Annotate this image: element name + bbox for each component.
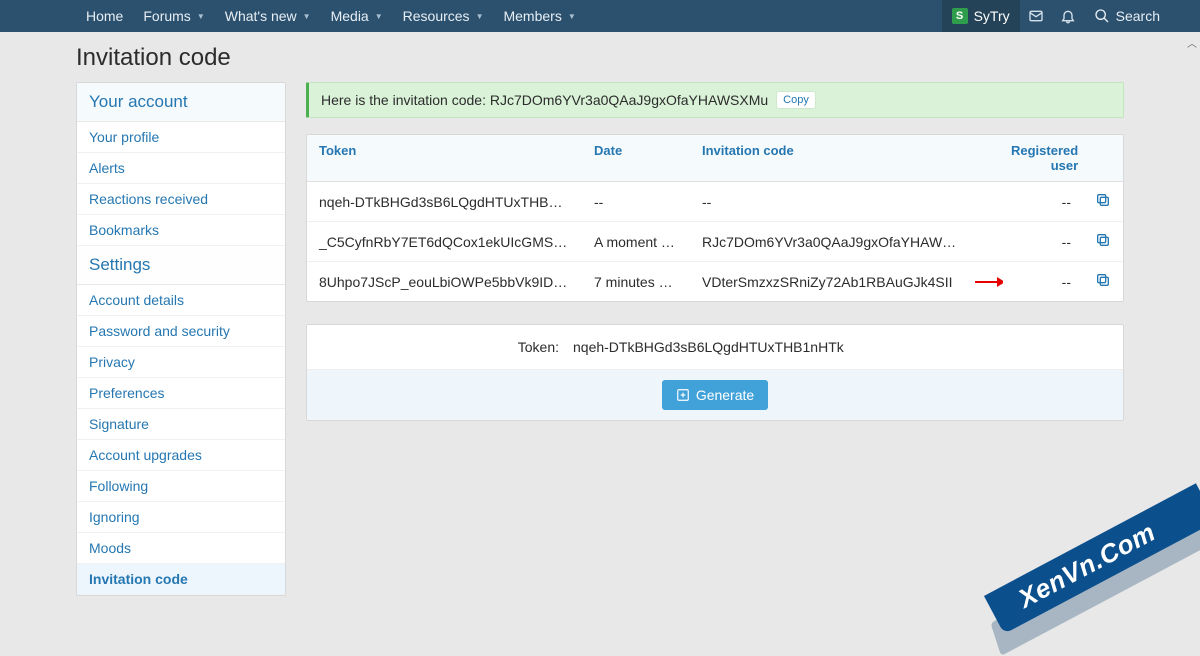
table-row: _C5CyfnRbY7ET6dQCox1ekUIcGMSWPsy A momen… [307,222,1123,262]
nav-resources[interactable]: Resources ▼ [393,0,494,32]
sidebar-item-invitation-code[interactable]: Invitation code [77,564,285,595]
copy-icon[interactable] [1095,192,1111,208]
avatar: S [952,8,968,24]
flash-message: Here is the invitation code: RJc7DOm6YVr… [306,82,1124,118]
th-date[interactable]: Date [582,135,690,181]
sidebar-heading-account: Your account [77,83,285,122]
cell-action [1083,182,1123,221]
copy-icon[interactable] [1095,232,1111,248]
search-button[interactable]: Search [1084,0,1170,32]
user-name: SyTry [974,8,1010,24]
cell-user: -- [1003,264,1083,300]
sidebar-item-ignoring[interactable]: Ignoring [77,502,285,533]
codes-table: Token Date Invitation code Registered us… [306,134,1124,302]
cell-action [1083,222,1123,261]
th-code[interactable]: Invitation code [690,135,975,181]
sidebar-item-following[interactable]: Following [77,471,285,502]
inbox-icon[interactable] [1020,0,1052,32]
sidebar-item-bookmarks[interactable]: Bookmarks [77,215,285,246]
nav-label: Resources [403,8,470,24]
sidebar: Your account Your profile Alerts Reactio… [76,82,286,596]
cell-token: 8Uhpo7JScP_eouLbiOWPe5bbVk9IDyN5 [307,264,582,300]
page-title: Invitation code [76,44,1124,72]
nav-label: Home [86,8,123,24]
sidebar-item-upgrades[interactable]: Account upgrades [77,440,285,471]
generate-label: Generate [696,387,754,403]
th-token[interactable]: Token [307,135,582,181]
cell-token: nqeh-DTkBHGd3sB6LQgdHTUxTHB1nHTk [307,184,582,220]
flash-text: Here is the invitation code: RJc7DOm6YVr… [321,92,768,108]
table-row: nqeh-DTkBHGd3sB6LQgdHTUxTHB1nHTk -- -- -… [307,182,1123,222]
cell-date: 7 minutes ago [582,264,690,300]
cell-date: -- [582,184,690,220]
nav-label: Forums [143,8,190,24]
search-icon [1094,8,1110,24]
table-header-row: Token Date Invitation code Registered us… [307,135,1123,182]
nav-members[interactable]: Members ▼ [493,0,585,32]
sidebar-item-moods[interactable]: Moods [77,533,285,564]
nav-label: Media [331,8,369,24]
cell-code: VDterSmzxzSRniZy72Ab1RBAuGJk4SII [690,264,975,300]
cell-action [1083,262,1123,301]
sidebar-item-privacy[interactable]: Privacy [77,347,285,378]
scroll-up-indicator: ︿ [1186,36,1198,48]
nav-home[interactable]: Home [76,0,133,32]
cell-user: -- [1003,224,1083,260]
token-value: nqeh-DTkBHGd3sB6LQgdHTUxTHB1nHTk [573,339,1109,355]
sidebar-item-reactions[interactable]: Reactions received [77,184,285,215]
sidebar-item-password[interactable]: Password and security [77,316,285,347]
cell-date: A moment ago [582,224,690,260]
nav-left: Home Forums ▼ What's new ▼ Media ▼ Resource… [76,0,942,32]
main-content: Here is the invitation code: RJc7DOm6YVr… [306,82,1124,421]
token-form: Token: nqeh-DTkBHGd3sB6LQgdHTUxTHB1nHTk … [306,324,1124,421]
plus-icon [676,388,690,402]
sidebar-item-account-details[interactable]: Account details [77,285,285,316]
copy-icon[interactable] [1095,272,1111,288]
user-menu[interactable]: S SyTry [942,0,1020,32]
sidebar-item-alerts[interactable]: Alerts [77,153,285,184]
chevron-down-icon: ▼ [303,12,311,21]
cell-user: -- [1003,184,1083,220]
form-actions: Generate [307,370,1123,420]
cell-token: _C5CyfnRbY7ET6dQCox1ekUIcGMSWPsy [307,224,582,260]
chevron-down-icon: ▼ [375,12,383,21]
table-row: 8Uhpo7JScP_eouLbiOWPe5bbVk9IDyN5 7 minut… [307,262,1123,301]
nav-whats-new[interactable]: What's new ▼ [215,0,321,32]
cell-code: RJc7DOm6YVr3a0QAaJ9gxOfaYHAWSXMu [690,224,975,260]
nav-label: What's new [225,8,297,24]
generate-button[interactable]: Generate [662,380,768,410]
sidebar-item-signature[interactable]: Signature [77,409,285,440]
sidebar-item-preferences[interactable]: Preferences [77,378,285,409]
th-user[interactable]: Registered user [999,135,1090,181]
token-label: Token: [321,339,573,355]
flash-copy-button[interactable]: Copy [776,91,816,109]
search-label: Search [1116,8,1160,24]
form-row-token: Token: nqeh-DTkBHGd3sB6LQgdHTUxTHB1nHTk [307,325,1123,370]
sidebar-item-profile[interactable]: Your profile [77,122,285,153]
chevron-down-icon: ▼ [568,12,576,21]
sidebar-heading-settings: Settings [77,246,285,285]
nav-label: Members [503,8,561,24]
annotation-arrow [975,272,1003,292]
chevron-down-icon: ▼ [197,12,205,21]
chevron-down-icon: ▼ [476,12,484,21]
top-nav: Home Forums ▼ What's new ▼ Media ▼ Resource… [0,0,1200,32]
bell-icon[interactable] [1052,0,1084,32]
cell-code: -- [690,184,975,220]
nav-media[interactable]: Media ▼ [321,0,393,32]
nav-forums[interactable]: Forums ▼ [133,0,214,32]
nav-right: S SyTry Search [942,0,1200,32]
